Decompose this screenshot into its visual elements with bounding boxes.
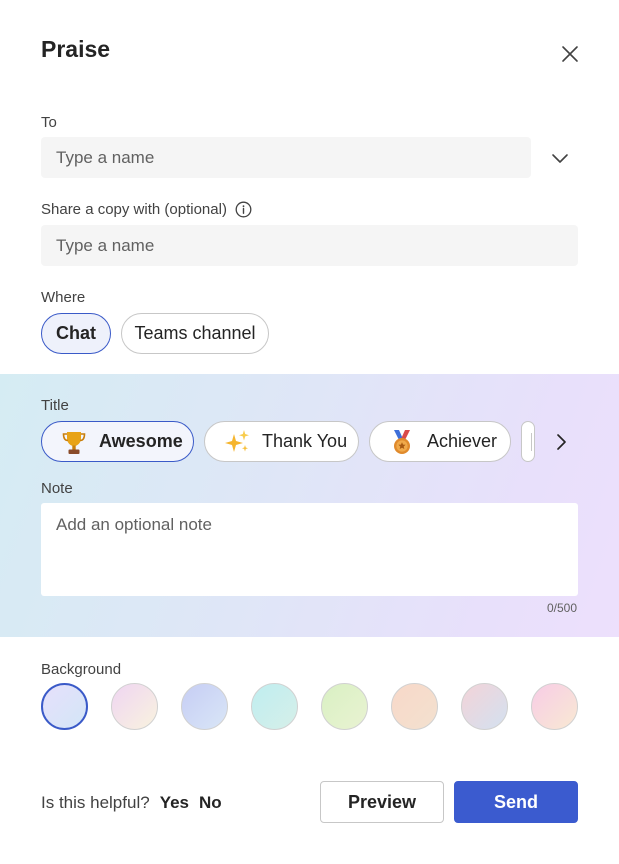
sparkles-icon [222,427,252,457]
preview-button[interactable]: Preview [320,781,444,823]
title-label: Title [41,397,69,414]
share-label-row: Share a copy with (optional) [41,201,252,218]
send-button[interactable]: Send [454,781,578,823]
helpful-question: Is this helpful? [41,793,150,812]
dialog-title: Praise [41,36,111,62]
close-icon [562,46,578,62]
helpful-yes-link[interactable]: Yes [160,793,189,813]
title-option-achiever[interactable]: Achiever [369,421,511,462]
helpful-no-link[interactable]: No [199,793,222,813]
where-option-label: Chat [56,323,96,343]
title-option-awesome[interactable]: Awesome [41,421,194,462]
title-option-next-partial[interactable] [521,421,535,462]
background-label: Background [41,661,122,678]
background-swatch-rose-sky[interactable] [461,683,508,730]
where-option-chat[interactable]: Chat [41,313,111,354]
title-option-label: Thank You [262,431,348,451]
chevron-down-icon [552,154,568,163]
share-input[interactable] [41,225,578,266]
title-option-thank-you[interactable]: Thank You [204,421,359,462]
to-dropdown-button[interactable] [545,143,575,173]
note-char-counter: 0/500 [546,601,577,615]
close-button[interactable] [556,40,584,68]
background-swatch-lime[interactable] [321,683,368,730]
background-swatch-aqua[interactable] [251,683,298,730]
background-swatch-peach[interactable] [391,683,438,730]
where-label: Where [41,289,86,306]
where-option-label: Teams channel [134,323,256,343]
background-swatch-pink-gold[interactable] [531,683,578,730]
where-option-teams-channel[interactable]: Teams channel [121,313,269,354]
title-option-label: Awesome [99,431,183,451]
title-option-label: Achiever [427,431,498,451]
info-icon[interactable] [235,201,252,218]
share-label: Share a copy with (optional) [41,201,227,218]
note-label: Note [41,480,73,497]
title-scroll-next-button[interactable] [546,427,576,457]
medal-icon [387,427,417,457]
background-swatch-pink-cream[interactable] [111,683,158,730]
chevron-right-icon [557,434,566,450]
feedback-row: Is this helpful? Yes No [41,793,222,813]
to-label: To [41,114,57,131]
to-input[interactable] [41,137,531,178]
note-textarea[interactable] [41,503,578,596]
trophy-icon [59,427,89,457]
background-swatch-lavender-blue[interactable] [41,683,88,730]
background-swatch-periwinkle[interactable] [181,683,228,730]
